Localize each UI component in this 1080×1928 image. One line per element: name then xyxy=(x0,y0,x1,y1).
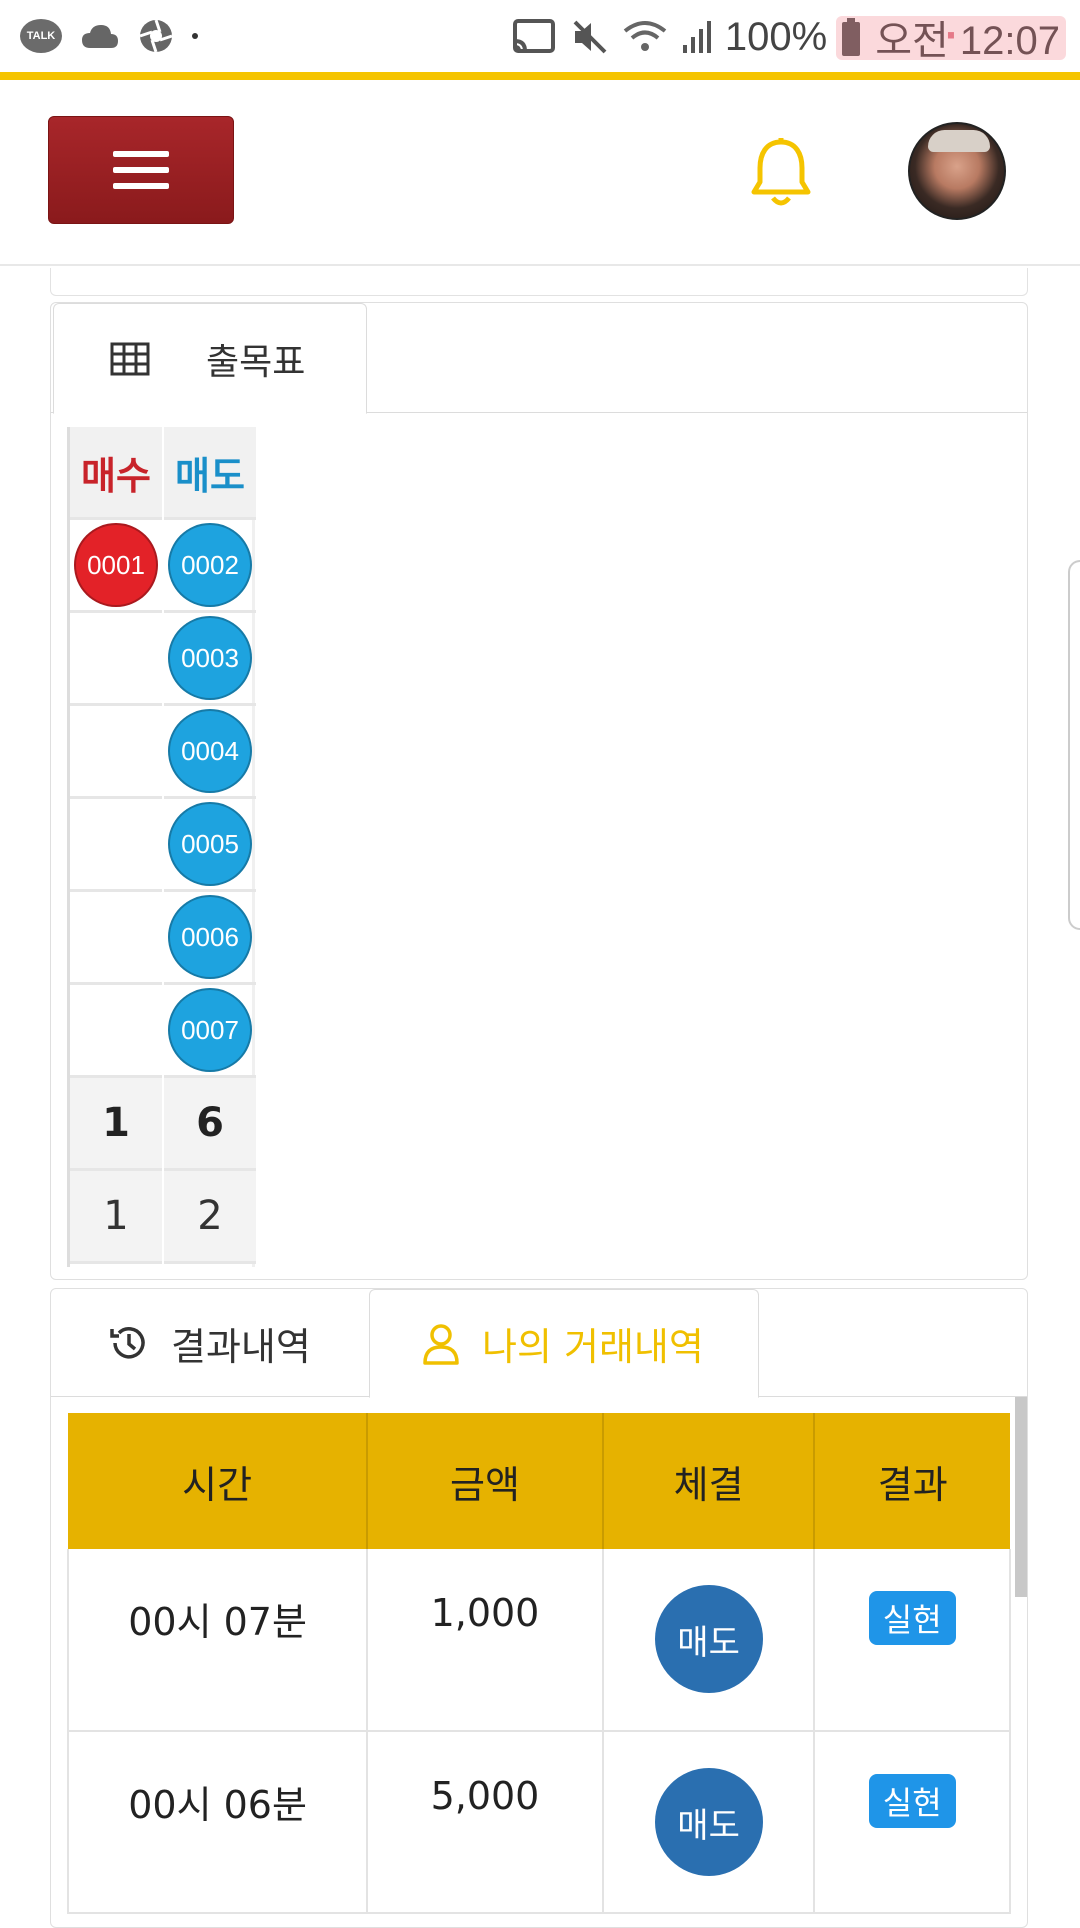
grid-cell: 0004 xyxy=(164,706,256,799)
cell-amount: 5,000 xyxy=(367,1731,604,1914)
cell-result: 실현 xyxy=(814,1731,1011,1914)
grid-cell: 0007 xyxy=(164,985,256,1078)
history-panel: 결과내역 나의 거래내역 시간 금액 체결 결과 00시 07분 1,000 매… xyxy=(50,1288,1028,1928)
sell-ball: 0003 xyxy=(168,616,252,700)
sell-ball: 0006 xyxy=(168,895,252,979)
hamburger-icon-bar xyxy=(113,183,169,189)
accent-line xyxy=(0,72,1080,80)
chart-panel: 출목표 매수 0001 1 1 매도 0002 0003 0004 0005 0… xyxy=(50,302,1028,1280)
grid-cell-empty xyxy=(70,892,162,985)
grid-cell: 0001 xyxy=(70,520,162,613)
tab-chart-table[interactable]: 출목표 xyxy=(53,303,367,414)
cell-action: 매도 xyxy=(602,1731,816,1914)
sell-count: 2 xyxy=(164,1171,256,1264)
battery-percent: 100% xyxy=(724,14,828,59)
watermark-logo: · xyxy=(836,16,1066,60)
menu-button[interactable] xyxy=(48,116,234,224)
cell-action: 매도 xyxy=(602,1549,816,1732)
notification-dot xyxy=(192,33,198,39)
tab-my-trades-label: 나의 거래내역 xyxy=(482,1325,704,1369)
sell-badge: 매도 xyxy=(654,1585,763,1693)
table-scrollbar[interactable] xyxy=(1015,1397,1027,1597)
tab-my-trades[interactable]: 나의 거래내역 xyxy=(369,1289,759,1398)
cast-icon xyxy=(512,19,555,53)
user-icon xyxy=(423,1323,459,1365)
tab-chart-label: 출목표 xyxy=(206,341,306,383)
table-grid-icon xyxy=(110,342,150,375)
buy-count: 1 xyxy=(70,1171,162,1264)
tab-results[interactable]: 결과내역 xyxy=(51,1289,367,1397)
sell-ball: 0007 xyxy=(168,988,252,1072)
status-bar: TALK 100% 오전 12:07 · xyxy=(0,0,1080,80)
result-badge: 실현 xyxy=(868,1774,956,1828)
cloud-icon xyxy=(82,25,118,48)
cell-amount: 1,000 xyxy=(367,1549,604,1732)
header-action: 체결 xyxy=(602,1413,816,1549)
kakaotalk-icon: TALK xyxy=(20,19,62,53)
sell-ball: 0004 xyxy=(168,709,252,793)
column-header-sell: 매도 xyxy=(164,427,256,520)
chart-tab-bar: 출목표 xyxy=(51,303,1027,414)
header-time: 시간 xyxy=(68,1413,369,1549)
table-header-row: 시간 금액 체결 결과 xyxy=(68,1413,1010,1549)
history-icon xyxy=(110,1327,145,1359)
header-amount: 금액 xyxy=(367,1413,604,1549)
user-avatar[interactable] xyxy=(908,122,1006,220)
signal-icon xyxy=(682,21,711,53)
column-header-buy: 매수 xyxy=(70,427,162,520)
cell-time: 00시 06분 xyxy=(66,1731,369,1914)
hamburger-icon xyxy=(113,151,169,157)
table-row: 00시 07분 1,000 매도 실현 xyxy=(66,1549,1011,1732)
side-drawer-handle[interactable] xyxy=(1068,560,1080,930)
result-badge: 실현 xyxy=(868,1591,956,1645)
app-header xyxy=(0,80,1080,266)
grid-cell: 0006 xyxy=(164,892,256,985)
grid-cell-empty xyxy=(70,985,162,1078)
mute-icon xyxy=(573,20,607,54)
sell-ball: 0005 xyxy=(168,802,252,886)
chart-grid: 매수 0001 1 1 매도 0002 0003 0004 0005 0006 … xyxy=(67,427,256,1267)
header-result: 결과 xyxy=(814,1413,1010,1549)
cell-time: 00시 07분 xyxy=(66,1549,369,1732)
hamburger-icon-bar xyxy=(113,167,169,173)
grid-cell: 0003 xyxy=(164,613,256,706)
aperture-icon xyxy=(139,19,173,53)
status-left-icons: TALK xyxy=(20,14,198,58)
grid-cell: 0002 xyxy=(164,520,256,613)
buy-total: 1 xyxy=(70,1078,162,1171)
grid-cell-empty xyxy=(70,706,162,799)
table-row: 00시 06분 5,000 매도 실현 xyxy=(66,1731,1011,1914)
grid-cell-empty xyxy=(70,799,162,892)
previous-panel-edge xyxy=(50,268,1028,296)
wifi-icon xyxy=(623,21,667,51)
buy-ball: 0001 xyxy=(74,523,158,607)
cell-result: 실현 xyxy=(814,1549,1011,1732)
grid-cell-empty xyxy=(70,613,162,706)
history-tab-bar: 결과내역 나의 거래내역 xyxy=(51,1289,1027,1398)
tab-results-label: 결과내역 xyxy=(171,1324,311,1369)
sell-ball: 0002 xyxy=(168,523,252,607)
grid-cell: 0005 xyxy=(164,799,256,892)
sell-total: 6 xyxy=(164,1078,256,1171)
sell-badge: 매도 xyxy=(654,1768,763,1876)
bell-icon[interactable] xyxy=(748,136,814,210)
trades-table: 시간 금액 체결 결과 00시 07분 1,000 매도 실현 00시 06분 … xyxy=(66,1413,1011,1914)
